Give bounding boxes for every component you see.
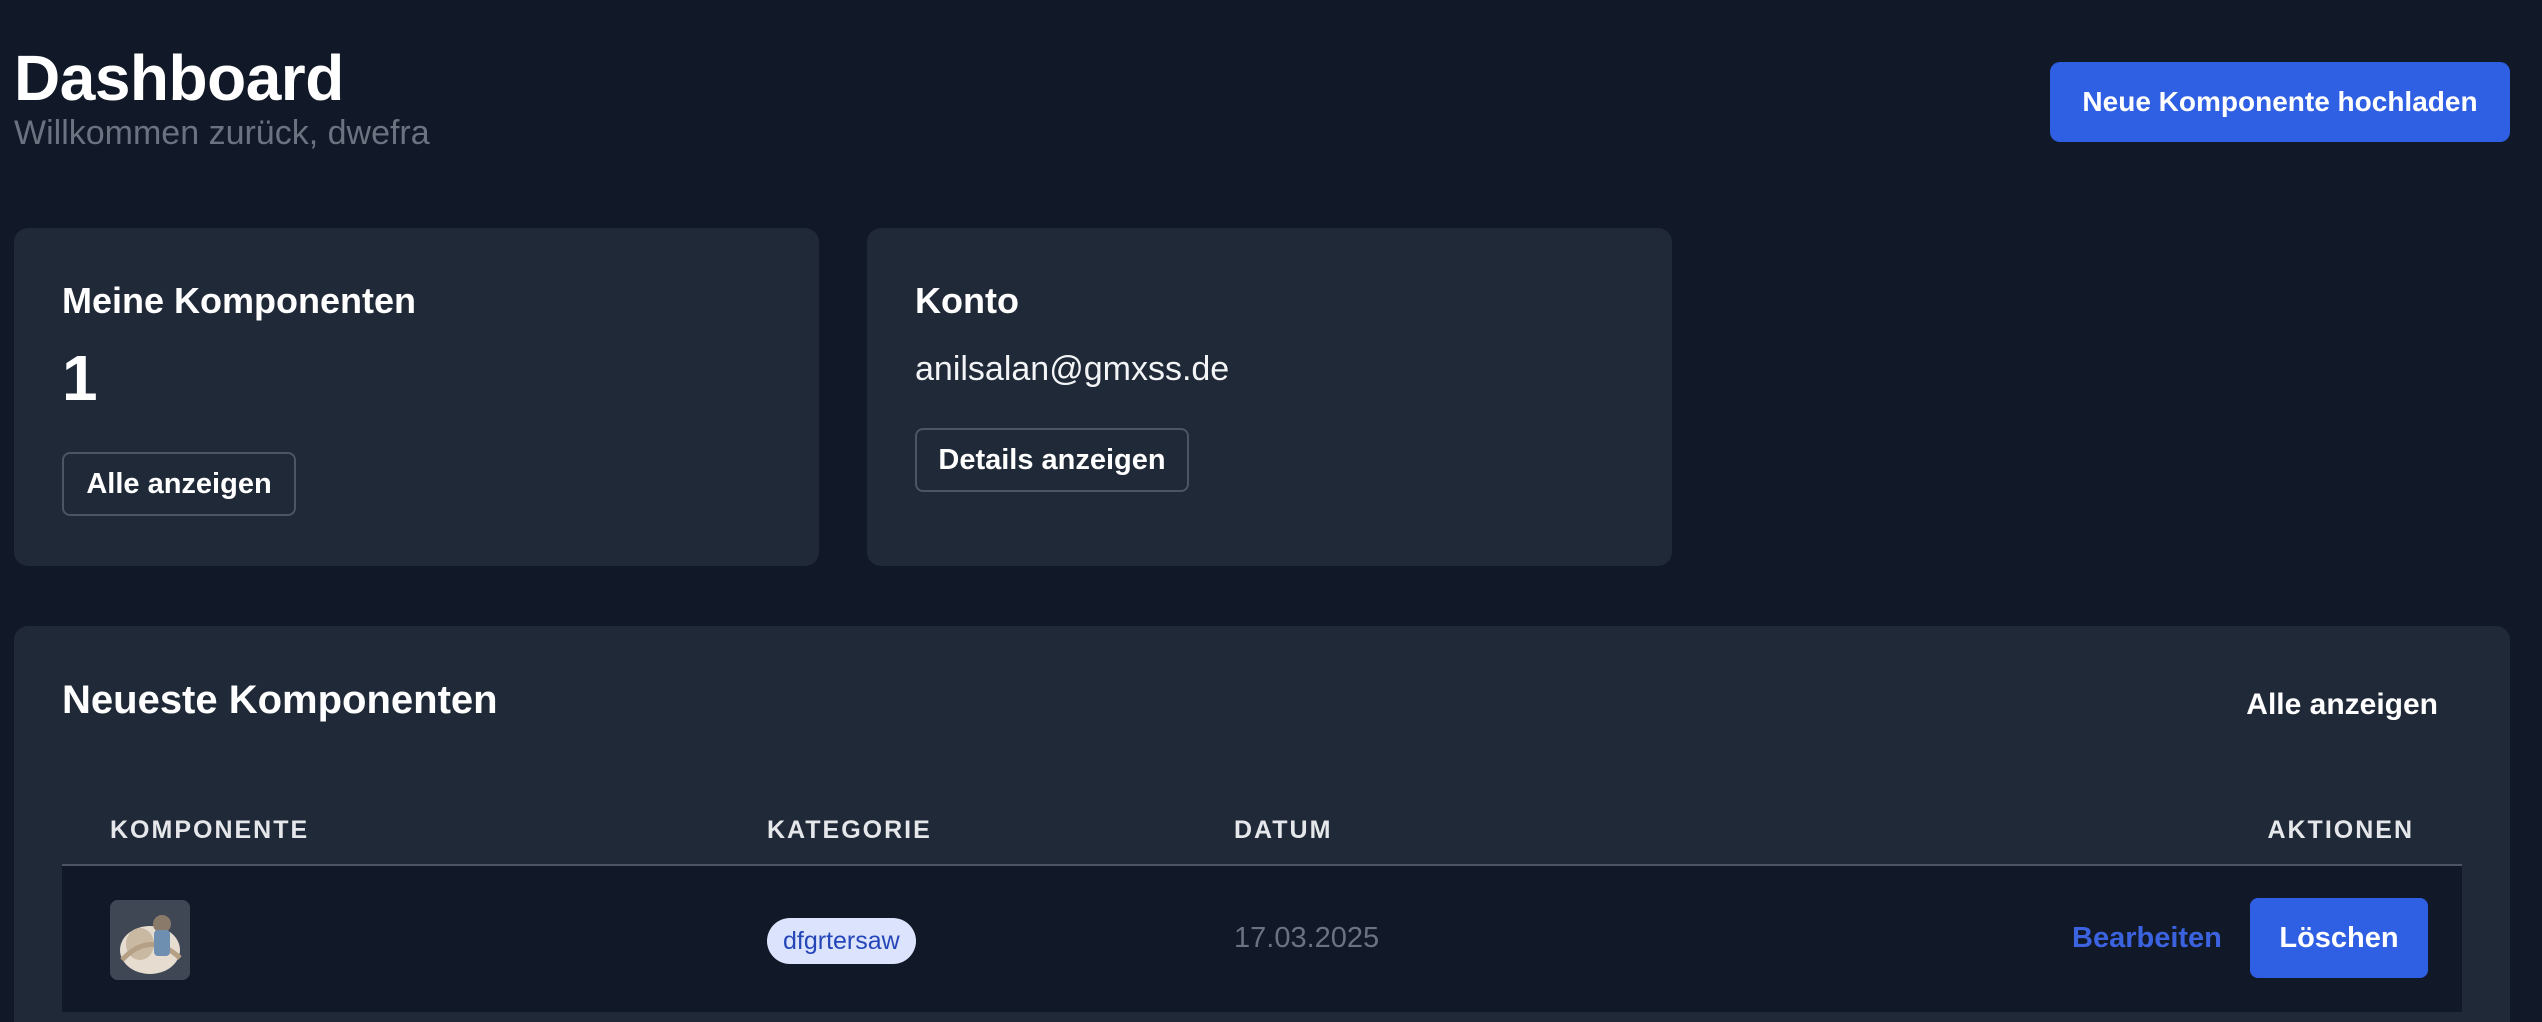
dashboard-page: Dashboard Willkommen zurück, dwefra Neue… xyxy=(0,0,2542,1022)
delete-button[interactable]: Löschen xyxy=(2250,898,2428,978)
account-title: Konto xyxy=(915,280,1019,321)
components-count: 1 xyxy=(62,342,98,414)
recent-view-all-link[interactable]: Alle anzeigen xyxy=(2246,688,2438,722)
my-components-card: Meine Komponenten 1 Alle anzeigen xyxy=(14,228,819,566)
recent-components-table: KOMPONENTE KATEGORIE DATUM AKTIONEN dfgr… xyxy=(62,794,2462,1012)
show-all-components-button[interactable]: Alle anzeigen xyxy=(62,452,296,516)
account-email: anilsalan@gmxss.de xyxy=(915,350,1230,388)
column-header-actions: AKTIONEN xyxy=(2267,816,2414,844)
account-details-button[interactable]: Details anzeigen xyxy=(915,428,1189,492)
page-title: Dashboard xyxy=(14,42,344,114)
page-header: Dashboard Willkommen zurück, dwefra xyxy=(14,40,430,154)
recent-components-title: Neueste Komponenten xyxy=(62,678,498,722)
table-row: dfgrtersaw 17.03.2025 Bearbeiten Löschen xyxy=(62,866,2462,1012)
thumbnail-image-icon xyxy=(110,900,190,980)
component-thumbnail[interactable] xyxy=(110,900,190,980)
my-components-title: Meine Komponenten xyxy=(62,280,417,321)
column-header-date: DATUM xyxy=(1234,816,1333,844)
upload-component-button[interactable]: Neue Komponente hochladen xyxy=(2050,62,2510,142)
account-card: Konto anilsalan@gmxss.de Details anzeige… xyxy=(867,228,1672,566)
category-badge: dfgrtersaw xyxy=(767,918,916,964)
column-header-component: KOMPONENTE xyxy=(110,816,310,844)
recent-components-panel: Neueste Komponenten Alle anzeigen KOMPON… xyxy=(14,626,2510,1022)
welcome-subtitle: Willkommen zurück, dwefra xyxy=(14,114,430,152)
edit-button[interactable]: Bearbeiten xyxy=(2072,922,2222,955)
table-header: KOMPONENTE KATEGORIE DATUM AKTIONEN xyxy=(62,794,2462,866)
column-header-category: KATEGORIE xyxy=(767,816,932,844)
row-date: 17.03.2025 xyxy=(1234,922,1380,954)
